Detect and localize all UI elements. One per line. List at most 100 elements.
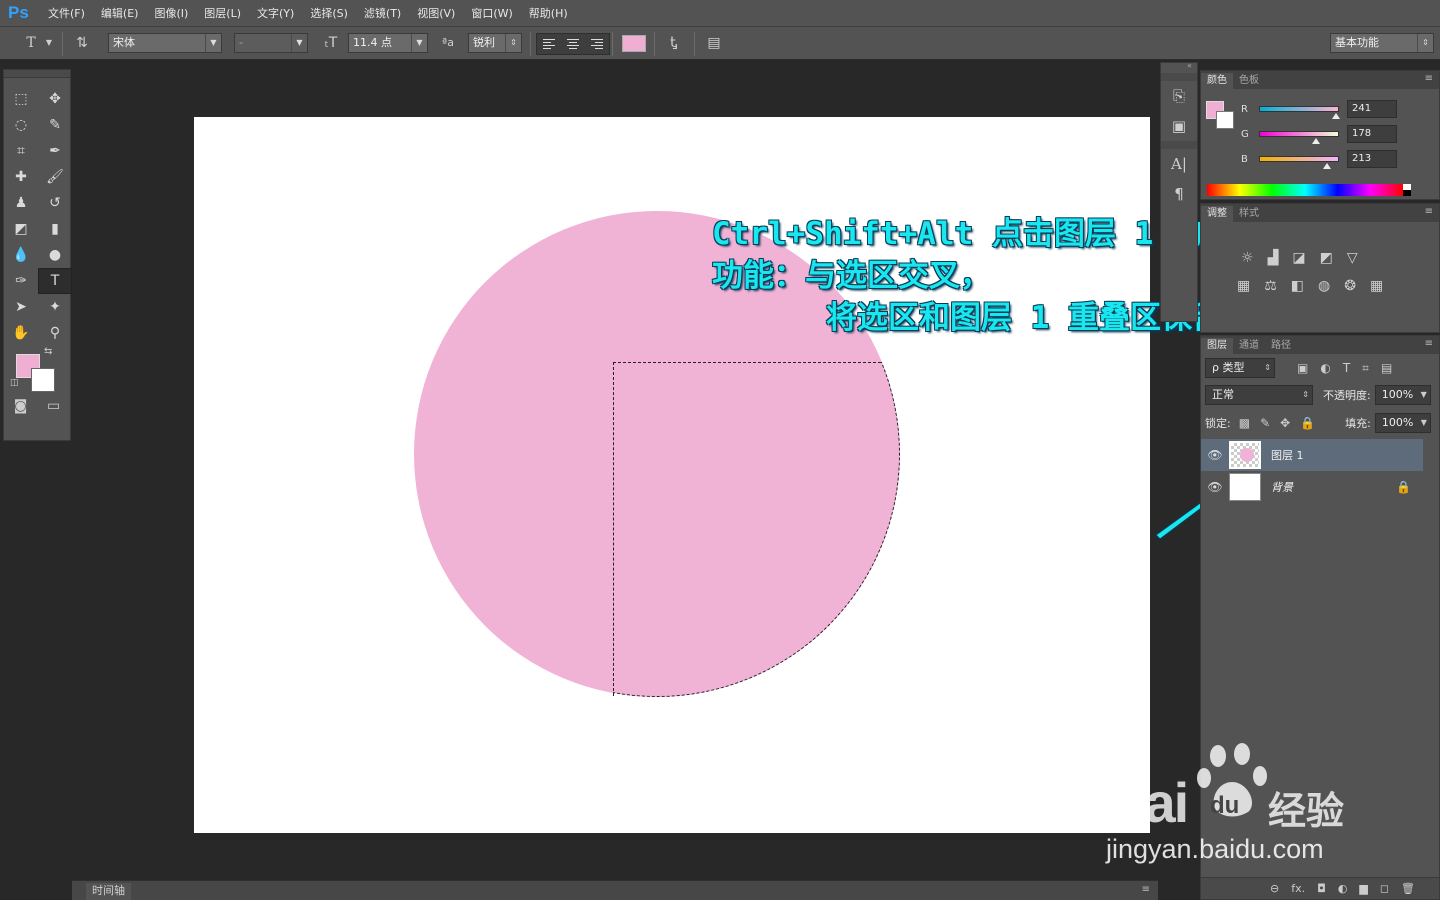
menu-edit[interactable]: 编辑(E)	[93, 5, 147, 21]
align-right-icon[interactable]	[585, 34, 609, 54]
tab-layers[interactable]: 图层	[1201, 338, 1233, 354]
warp-text-icon[interactable]: Ꮏ	[664, 33, 684, 53]
g-slider[interactable]	[1259, 131, 1339, 144]
timeline-tab[interactable]: 时间轴	[86, 883, 131, 900]
lock-transparent-icon[interactable]: ▩	[1239, 416, 1250, 430]
paragraph-panel-icon[interactable]: ¶	[1161, 179, 1197, 209]
align-center-icon[interactable]	[561, 34, 585, 54]
tab-paths[interactable]: 路径	[1265, 338, 1297, 354]
opacity-input[interactable]: 100% ▼	[1374, 385, 1431, 405]
path-select-icon[interactable]: ➤	[4, 294, 38, 320]
tools-panel-header[interactable]	[4, 70, 70, 78]
visibility-eye-icon[interactable]: 👁	[1201, 448, 1229, 462]
lasso-icon[interactable]: ◌	[4, 112, 38, 138]
filter-pixel-icon[interactable]: ▣	[1297, 361, 1308, 376]
move-icon[interactable]: ✥	[38, 86, 72, 112]
crop-icon[interactable]: ⌗	[4, 138, 38, 164]
text-color-swatch[interactable]	[622, 35, 646, 52]
lock-pixels-icon[interactable]: ✎	[1260, 416, 1270, 430]
brush-icon[interactable]: 🖌	[38, 164, 72, 190]
color-lookup-icon[interactable]: ▦	[1370, 278, 1383, 294]
panel-menu-icon[interactable]: ≡	[1425, 206, 1433, 217]
b-thumb[interactable]	[1323, 163, 1331, 169]
stamp-icon[interactable]: ♟	[4, 190, 38, 216]
tab-styles[interactable]: 样式	[1233, 206, 1265, 222]
shape-icon[interactable]: ✦	[38, 294, 72, 320]
blend-mode-select[interactable]: 正常 ⇕	[1205, 385, 1313, 405]
properties-panel-icon[interactable]: ▣	[1161, 111, 1197, 141]
character-panel-icon[interactable]: ▤	[704, 33, 724, 53]
layer-style-icon[interactable]: fx.	[1291, 882, 1305, 895]
tab-swatches[interactable]: 色板	[1233, 73, 1265, 89]
preset-dropdown-icon[interactable]: ▼	[44, 33, 54, 53]
levels-icon[interactable]: ▟	[1268, 250, 1279, 266]
curves-icon[interactable]: ◪	[1292, 250, 1305, 266]
gradient-icon[interactable]: ▮	[38, 216, 72, 242]
delete-layer-icon[interactable]: 🗑	[1401, 882, 1415, 895]
new-group-icon[interactable]: ▆	[1359, 882, 1367, 895]
filter-shape-icon[interactable]: ⌗	[1362, 361, 1369, 376]
layer-row-layer1[interactable]: 👁 图层 1	[1201, 439, 1423, 471]
panel-menu-icon[interactable]: ≡	[1425, 338, 1433, 349]
tab-adjustments[interactable]: 调整	[1201, 206, 1233, 222]
g-thumb[interactable]	[1312, 138, 1320, 144]
menu-type[interactable]: 文字(Y)	[249, 5, 302, 21]
default-colors-icon[interactable]: ◫	[10, 378, 19, 388]
panel-menu-icon[interactable]: ≡	[1425, 73, 1433, 84]
type-icon[interactable]: T	[38, 268, 72, 294]
layer-filter-select[interactable]: ρ 类型 ⇕	[1205, 358, 1275, 378]
align-left-icon[interactable]	[537, 34, 561, 54]
hue-saturation-icon[interactable]: ▦	[1237, 278, 1250, 294]
b-slider[interactable]	[1259, 156, 1339, 169]
menu-filter[interactable]: 滤镜(T)	[356, 5, 409, 21]
type-tool-preset-icon[interactable]: T	[20, 33, 42, 53]
r-thumb[interactable]	[1332, 113, 1340, 119]
tab-channels[interactable]: 通道	[1233, 338, 1265, 354]
exposure-icon[interactable]: ◩	[1320, 250, 1333, 266]
blur-icon[interactable]: 💧	[4, 242, 38, 268]
menu-view[interactable]: 视图(V)	[409, 5, 463, 21]
timeline-menu-icon[interactable]: ≡	[1142, 884, 1150, 895]
healing-brush-icon[interactable]: ✚	[4, 164, 38, 190]
text-orientation-icon[interactable]: ⇅	[72, 33, 92, 53]
screen-mode-icon[interactable]: ▭	[47, 398, 60, 414]
r-value-input[interactable]: 241	[1347, 100, 1397, 118]
g-value-input[interactable]: 178	[1347, 125, 1397, 143]
dodge-icon[interactable]: ●	[38, 242, 72, 268]
link-layers-icon[interactable]: ⊖	[1270, 882, 1279, 895]
font-family-select[interactable]: 宋体 ▼	[108, 33, 222, 53]
channel-mixer-icon[interactable]: ❂	[1344, 278, 1356, 294]
background-color-swatch[interactable]	[31, 368, 55, 392]
r-slider[interactable]	[1259, 106, 1340, 119]
filter-adjust-icon[interactable]: ◐	[1320, 361, 1330, 376]
eyedropper-icon[interactable]: ✒	[38, 138, 72, 164]
quick-mask-icon[interactable]: ◙	[14, 398, 28, 414]
font-style-select[interactable]: - ▼	[234, 33, 308, 53]
vibrance-icon[interactable]: ▽	[1347, 250, 1358, 266]
color-spectrum-ramp[interactable]	[1207, 184, 1411, 196]
eraser-icon[interactable]: ◩	[4, 216, 38, 242]
menu-image[interactable]: 图像(I)	[146, 5, 196, 21]
brightness-icon[interactable]: ☼	[1241, 250, 1254, 266]
rect-marquee-icon[interactable]: ⬚	[4, 86, 38, 112]
photo-filter-icon[interactable]: ◍	[1318, 278, 1330, 294]
zoom-icon[interactable]: ⚲	[38, 320, 72, 346]
add-mask-icon[interactable]: ◘	[1317, 882, 1326, 895]
new-layer-icon[interactable]: ◻	[1380, 882, 1389, 895]
antialias-select[interactable]: 锐利 ⇕	[468, 33, 522, 53]
tab-color[interactable]: 颜色	[1201, 73, 1233, 89]
menu-layer[interactable]: 图层(L)	[196, 5, 249, 21]
hand-icon[interactable]: ✋	[4, 320, 38, 346]
new-adjustment-icon[interactable]: ◐	[1338, 882, 1348, 895]
swap-colors-icon[interactable]: ⇆	[44, 346, 52, 357]
pen-icon[interactable]: ✑	[4, 268, 38, 294]
layer-thumbnail[interactable]	[1229, 473, 1261, 501]
visibility-eye-icon[interactable]: 👁	[1201, 480, 1229, 494]
color-balance-icon[interactable]: ⚖	[1264, 278, 1277, 294]
font-size-select[interactable]: 11.4 点 ▼	[348, 33, 428, 53]
menu-file[interactable]: 文件(F)	[40, 5, 93, 21]
quick-select-icon[interactable]: ✎	[38, 112, 72, 138]
layer-thumbnail[interactable]	[1229, 441, 1261, 469]
black-white-icon[interactable]: ◧	[1291, 278, 1304, 294]
history-brush-icon[interactable]: ↺	[38, 190, 72, 216]
